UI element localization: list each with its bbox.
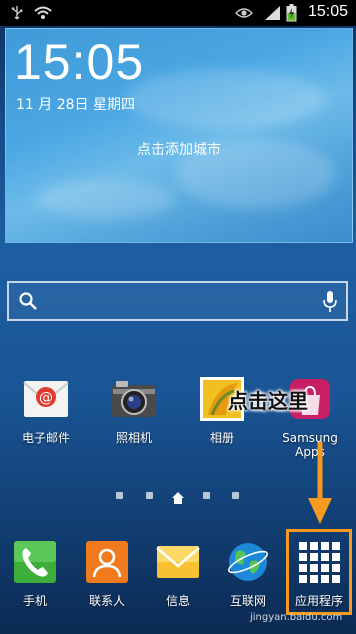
clock-date: 11 月 28日 星期四: [16, 97, 135, 113]
weather-clock-widget[interactable]: 15:05 11 月 28日 星期四 点击添加城市: [5, 28, 353, 243]
status-time: 15:05: [307, 3, 348, 20]
status-bar: 15:05: [0, 0, 356, 26]
camera-icon: [110, 375, 158, 423]
battery-charging-icon: [284, 4, 298, 22]
usb-icon: [10, 4, 24, 22]
google-search-bar[interactable]: [7, 281, 348, 321]
dock-phone[interactable]: 手机: [5, 540, 65, 609]
signal-icon: [262, 4, 282, 22]
internet-icon: [226, 540, 270, 584]
app-label: 手机: [22, 594, 47, 608]
dock-messages[interactable]: 信息: [148, 540, 208, 609]
highlight-box: [286, 529, 352, 615]
search-icon[interactable]: [18, 291, 38, 311]
page-dot: [146, 492, 153, 499]
cloud-decoration: [36, 179, 176, 219]
app-label: 照相机: [115, 431, 152, 445]
app-label: 信息: [165, 594, 190, 608]
app-label: 联系人: [88, 594, 125, 608]
annotation-text: 点击这里: [228, 389, 308, 413]
messages-icon: [156, 540, 200, 584]
cloud-decoration: [126, 69, 326, 129]
home-page-icon: [172, 489, 184, 508]
phone-icon: [13, 540, 57, 584]
clock-time: 15:05: [14, 34, 145, 90]
microphone-icon[interactable]: [322, 290, 338, 314]
watermark: jingyan.baidu.com: [250, 612, 343, 623]
app-label: 互联网: [229, 594, 266, 608]
page-dot: [203, 492, 210, 499]
app-camera[interactable]: 照相机: [91, 375, 177, 445]
eye-icon: [234, 4, 254, 22]
page-dot: [116, 492, 123, 499]
svg-text:@: @: [39, 390, 53, 406]
app-email[interactable]: @ 电子邮件: [3, 375, 89, 445]
email-icon: @: [22, 375, 70, 423]
app-label: 相册: [209, 431, 234, 445]
page-dot: [232, 492, 239, 499]
app-label: 电子邮件: [21, 431, 70, 445]
wifi-icon: [33, 4, 53, 22]
add-city-prompt[interactable]: 点击添加城市: [6, 139, 352, 159]
arrow-down-icon: [308, 442, 332, 524]
dock-internet[interactable]: 互联网: [218, 540, 278, 609]
dock-contacts[interactable]: 联系人: [77, 540, 137, 609]
contacts-icon: [85, 540, 129, 584]
